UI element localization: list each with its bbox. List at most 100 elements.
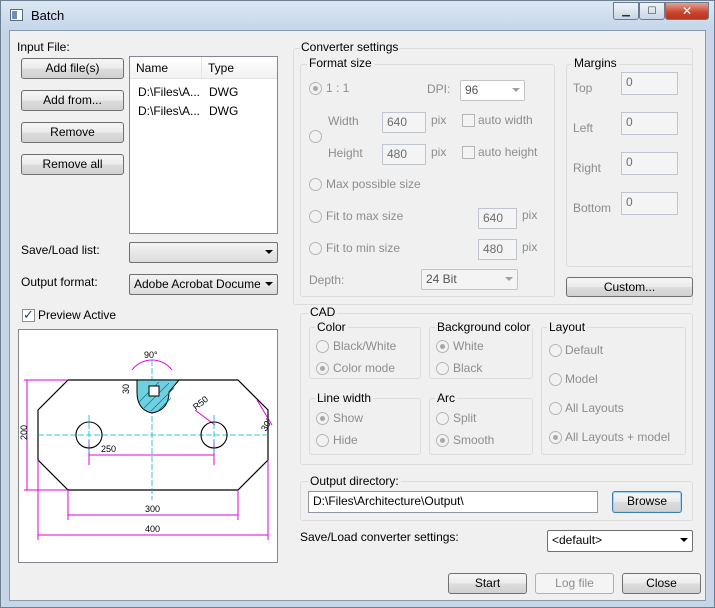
preview-pane: 90° 30 R50 200 250 300 400 30° bbox=[18, 329, 278, 563]
maximize-icon[interactable]: ☐ bbox=[639, 2, 665, 20]
column-header-type[interactable]: Type bbox=[202, 57, 277, 79]
fit-min-field[interactable]: 480 bbox=[478, 239, 517, 260]
max-possible-radio[interactable] bbox=[309, 178, 322, 191]
output-directory-field[interactable]: D:\Files\Architecture\Output\ bbox=[308, 491, 598, 513]
layout-all-model-radio[interactable] bbox=[549, 431, 562, 444]
remove-button[interactable]: Remove bbox=[21, 122, 124, 143]
black-white-radio[interactable] bbox=[316, 340, 329, 353]
add-from-button[interactable]: Add from... bbox=[21, 90, 124, 111]
margin-bottom-label: Bottom bbox=[573, 201, 612, 215]
minimize-icon[interactable]: ▁ bbox=[613, 2, 639, 20]
close-button[interactable]: Close bbox=[622, 573, 701, 594]
auto-height-label: auto height bbox=[478, 145, 538, 159]
auto-width-checkbox[interactable] bbox=[462, 114, 475, 127]
fit-to-max-radio[interactable] bbox=[309, 210, 322, 223]
layout-all-radio[interactable] bbox=[549, 402, 562, 415]
window-title: Batch bbox=[31, 8, 65, 23]
column-header-name[interactable]: Name bbox=[130, 57, 202, 79]
file-type: DWG bbox=[209, 104, 239, 118]
dim-label: R50 bbox=[191, 394, 210, 412]
dpi-dropdown[interactable]: 96 bbox=[460, 80, 525, 101]
notch-key bbox=[148, 385, 160, 397]
dim-label: 400 bbox=[145, 524, 160, 534]
title-bar[interactable]: Batch ▁ ☐ ✕ bbox=[1, 1, 714, 30]
chevron-down-icon bbox=[265, 250, 273, 254]
custom-size-radio[interactable] bbox=[309, 130, 322, 143]
white-label: White bbox=[453, 339, 484, 353]
height-field[interactable]: 480 bbox=[382, 144, 426, 165]
margin-bottom-field[interactable]: 0 bbox=[621, 192, 678, 215]
layout-all-model-label: All Layouts + model bbox=[565, 430, 671, 444]
depth-label: Depth: bbox=[309, 273, 345, 287]
dim-label: 250 bbox=[101, 444, 116, 454]
arc-split-label: Split bbox=[453, 411, 477, 425]
converter-settings-label: Converter settings bbox=[300, 40, 400, 54]
depth-value: 24 Bit bbox=[426, 272, 457, 286]
chevron-down-icon bbox=[505, 277, 513, 281]
fit-max-field[interactable]: 640 bbox=[478, 208, 517, 229]
add-files-button[interactable]: Add file(s) bbox=[21, 58, 124, 79]
height-unit-label: pix bbox=[431, 145, 447, 159]
custom-button[interactable]: Custom... bbox=[566, 277, 693, 297]
layout-default-radio[interactable] bbox=[549, 344, 562, 357]
preview-active-checkbox[interactable] bbox=[22, 307, 35, 323]
one-to-one-radio[interactable] bbox=[309, 82, 322, 95]
output-format-value: Adobe Acrobat Document bbox=[134, 277, 260, 291]
cad-label: CAD bbox=[308, 305, 338, 319]
save-load-settings-value: <default> bbox=[552, 533, 603, 547]
arc-smooth-radio[interactable] bbox=[436, 434, 449, 447]
file-name: D:\Files\A... bbox=[138, 104, 201, 118]
depth-dropdown[interactable]: 24 Bit bbox=[421, 269, 518, 290]
dim-label: 30 bbox=[121, 384, 131, 394]
width-field[interactable]: 640 bbox=[382, 112, 426, 133]
save-load-settings-dropdown[interactable]: <default> bbox=[547, 530, 693, 552]
list-item[interactable]: D:\Files\A... DWG bbox=[130, 83, 277, 102]
dpi-value: 96 bbox=[465, 83, 479, 97]
color-mode-radio[interactable] bbox=[316, 362, 329, 375]
line-show-radio[interactable] bbox=[316, 412, 329, 425]
log-file-button[interactable]: Log file bbox=[535, 573, 614, 594]
auto-height-checkbox[interactable] bbox=[462, 146, 475, 159]
save-load-list-label: Save/Load list: bbox=[21, 243, 100, 257]
dim-label: 90° bbox=[144, 350, 158, 360]
fit-to-min-radio[interactable] bbox=[309, 242, 322, 255]
remove-all-button[interactable]: Remove all bbox=[21, 154, 124, 175]
arc-split-radio[interactable] bbox=[436, 412, 449, 425]
batch-window: Batch ▁ ☐ ✕ Input File: Add file(s) Add … bbox=[0, 0, 715, 608]
black-radio[interactable] bbox=[436, 362, 449, 375]
width-label: Width bbox=[328, 114, 359, 128]
preview-active-label: Preview Active bbox=[38, 308, 117, 322]
one-to-one-label: 1 : 1 bbox=[326, 81, 350, 95]
line-width-label: Line width bbox=[315, 391, 374, 405]
arc-smooth-label: Smooth bbox=[453, 433, 495, 447]
black-label: Black bbox=[453, 361, 483, 375]
layout-all-label: All Layouts bbox=[565, 401, 624, 415]
fit-to-min-label: Fit to min size bbox=[326, 241, 401, 255]
margin-left-label: Left bbox=[573, 121, 594, 135]
fit-max-unit-label: pix bbox=[522, 208, 538, 222]
save-load-list-dropdown[interactable] bbox=[129, 242, 278, 263]
background-color-label: Background color bbox=[435, 320, 533, 334]
line-width-group bbox=[309, 398, 421, 455]
margin-right-field[interactable]: 0 bbox=[621, 152, 678, 175]
white-radio[interactable] bbox=[436, 340, 449, 353]
margin-top-field[interactable]: 0 bbox=[621, 72, 678, 95]
height-label: Height bbox=[328, 146, 363, 160]
input-file-label: Input File: bbox=[17, 40, 70, 54]
browse-button[interactable]: Browse bbox=[612, 491, 682, 513]
black-white-label: Black/White bbox=[333, 339, 397, 353]
output-format-dropdown[interactable]: Adobe Acrobat Document bbox=[129, 274, 278, 295]
chevron-down-icon bbox=[680, 538, 688, 542]
dialog-body: Input File: Add file(s) Add from... Remo… bbox=[9, 30, 706, 601]
margin-top-label: Top bbox=[573, 81, 593, 95]
close-window-icon[interactable]: ✕ bbox=[665, 2, 709, 20]
margin-left-field[interactable]: 0 bbox=[621, 112, 678, 135]
list-item[interactable]: D:\Files\A... DWG bbox=[130, 102, 277, 121]
start-button[interactable]: Start bbox=[448, 573, 527, 594]
dpi-label: DPI: bbox=[427, 82, 451, 96]
line-show-label: Show bbox=[333, 411, 364, 425]
file-list[interactable]: Name Type D:\Files\A... DWG D:\Files\A..… bbox=[129, 56, 278, 234]
line-hide-radio[interactable] bbox=[316, 434, 329, 447]
layout-model-radio[interactable] bbox=[549, 373, 562, 386]
chevron-down-icon bbox=[512, 88, 520, 92]
